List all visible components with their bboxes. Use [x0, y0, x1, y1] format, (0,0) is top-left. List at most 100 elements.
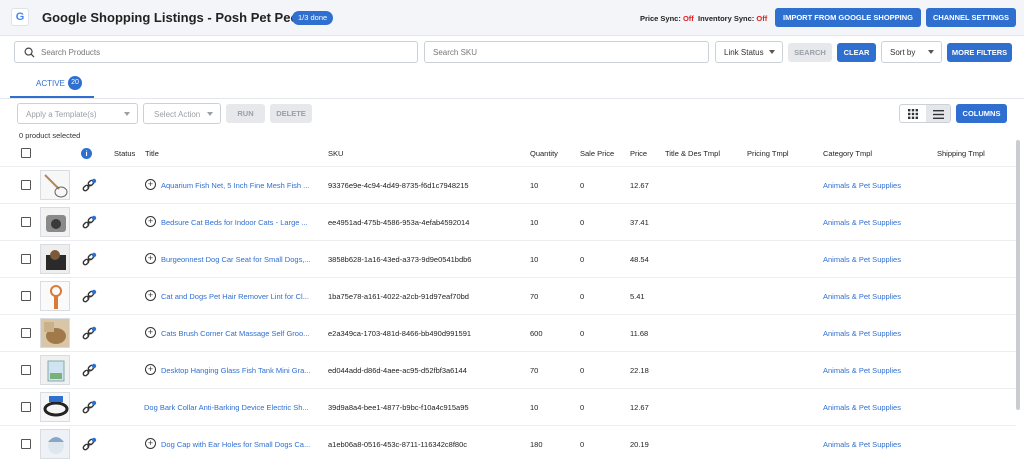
link-status-button[interactable] — [81, 252, 97, 268]
column-header-sku[interactable]: SKU — [328, 149, 343, 158]
import-from-google-shopping-button[interactable]: IMPORT FROM GOOGLE SHOPPING — [775, 8, 921, 27]
category-template-link[interactable]: Animals & Pet Supplies — [823, 204, 933, 241]
link-status-button[interactable] — [81, 178, 97, 194]
row-checkbox[interactable] — [21, 439, 31, 449]
sku-cell: a1eb06a8-0516-453c-8711-116342c8f80c — [328, 440, 468, 449]
tab-active-label: ACTIVE — [36, 79, 65, 88]
row-checkbox[interactable] — [21, 328, 31, 338]
product-thumbnail — [40, 170, 70, 200]
expand-icon[interactable]: + — [145, 438, 156, 449]
expand-icon[interactable]: + — [145, 290, 156, 301]
search-sku-field[interactable]: Search SKU — [424, 41, 709, 63]
expand-icon[interactable]: + — [145, 364, 156, 375]
table-row[interactable]: + Dog Cap with Ear Holes for Small Dogs C… — [0, 425, 1016, 462]
row-checkbox[interactable] — [21, 254, 31, 264]
search-sku-input[interactable]: Search SKU — [433, 48, 477, 57]
table-row[interactable]: + Burgeonnest Dog Car Seat for Small Dogs… — [0, 240, 1016, 277]
price-sync-label: Price Sync: — [640, 14, 681, 23]
category-template-link[interactable]: Animals & Pet Supplies — [823, 167, 933, 204]
more-filters-button[interactable]: MORE FILTERS — [947, 43, 1012, 62]
table-row[interactable]: + Desktop Hanging Glass Fish Tank Mini Gr… — [0, 351, 1016, 388]
sale-price-cell: 0 — [580, 292, 585, 301]
row-checkbox[interactable] — [21, 365, 31, 375]
category-template-link[interactable]: Animals & Pet Supplies — [823, 389, 933, 426]
quantity-cell: 10 — [530, 218, 539, 227]
apply-template-select[interactable]: Apply a Template(s) — [17, 103, 138, 124]
link-icon — [82, 215, 97, 229]
progress-badge[interactable]: 1/3 done — [292, 11, 334, 25]
category-template-link[interactable]: Animals & Pet Supplies — [823, 241, 933, 278]
select-action-select[interactable]: Select Action — [143, 103, 221, 124]
column-header-shipping-tmpl[interactable]: Shipping Tmpl — [937, 149, 985, 158]
product-title-link[interactable]: Dog Bark Collar Anti-Barking Device Elec… — [144, 389, 320, 426]
table-row[interactable]: Dog Bark Collar Anti-Barking Device Elec… — [0, 388, 1016, 425]
product-thumbnail — [40, 392, 70, 422]
info-icon[interactable]: i — [81, 148, 92, 159]
list-view-button[interactable] — [926, 105, 950, 122]
columns-button[interactable]: COLUMNS — [956, 104, 1007, 123]
link-status-button[interactable] — [81, 363, 97, 379]
tab-active[interactable]: ACTIVE 20 — [10, 74, 94, 98]
product-title-link[interactable]: Desktop Hanging Glass Fish Tank Mini Gra… — [161, 352, 320, 389]
search-products-field[interactable]: Search Products — [14, 41, 418, 63]
category-template-link[interactable]: Animals & Pet Supplies — [823, 315, 933, 352]
link-status-button[interactable] — [81, 289, 97, 305]
row-checkbox[interactable] — [21, 180, 31, 190]
product-title-link[interactable]: Bedsure Cat Beds for Indoor Cats - Large… — [161, 204, 320, 241]
google-logo-icon: G — [11, 8, 29, 26]
column-header-price[interactable]: Price — [630, 149, 647, 158]
table-row[interactable]: + Bedsure Cat Beds for Indoor Cats - Larg… — [0, 203, 1016, 240]
column-header-title-des-tmpl[interactable]: Title & Des Tmpl — [665, 149, 720, 158]
expand-icon[interactable]: + — [145, 327, 156, 338]
link-status-select[interactable]: Link Status — [715, 41, 783, 63]
sort-by-label: Sort by — [890, 48, 916, 57]
column-header-title[interactable]: Title — [145, 149, 159, 158]
vertical-scrollbar[interactable] — [1016, 140, 1020, 410]
delete-button[interactable]: DELETE — [270, 104, 312, 123]
column-header-category-tmpl[interactable]: Category Tmpl — [823, 149, 872, 158]
sku-cell: e2a349ca-1703-481d-8466-bb490d991591 — [328, 329, 472, 338]
link-status-button[interactable] — [81, 215, 97, 231]
column-header-quantity[interactable]: Quantity — [530, 149, 558, 158]
chevron-down-icon — [928, 50, 934, 54]
select-all-checkbox[interactable] — [21, 148, 31, 158]
run-button[interactable]: RUN — [226, 104, 265, 123]
quantity-cell: 600 — [530, 329, 543, 338]
link-icon — [82, 252, 97, 266]
category-template-link[interactable]: Animals & Pet Supplies — [823, 278, 933, 315]
price-cell: 12.67 — [630, 403, 649, 412]
column-header-pricing-tmpl[interactable]: Pricing Tmpl — [747, 149, 789, 158]
row-checkbox[interactable] — [21, 402, 31, 412]
sort-by-select[interactable]: Sort by — [881, 41, 942, 63]
search-button[interactable]: SEARCH — [788, 43, 832, 62]
link-status-button[interactable] — [81, 400, 97, 416]
link-status-button[interactable] — [81, 437, 97, 453]
clear-button[interactable]: CLEAR — [837, 43, 876, 62]
expand-icon[interactable]: + — [145, 216, 156, 227]
sale-price-cell: 0 — [580, 403, 585, 412]
category-template-link[interactable]: Animals & Pet Supplies — [823, 352, 933, 389]
table-row[interactable]: + Cat and Dogs Pet Hair Remover Lint for … — [0, 277, 1016, 314]
table-row[interactable]: + Cats Brush Corner Cat Massage Self Groo… — [0, 314, 1016, 351]
row-checkbox[interactable] — [21, 217, 31, 227]
expand-icon[interactable]: + — [145, 179, 156, 190]
product-title-link[interactable]: Aquarium Fish Net, 5 Inch Fine Mesh Fish… — [161, 167, 320, 204]
product-title-link[interactable]: Cat and Dogs Pet Hair Remover Lint for C… — [161, 278, 320, 315]
product-thumbnail — [40, 355, 70, 385]
table-row[interactable]: + Aquarium Fish Net, 5 Inch Fine Mesh Fis… — [0, 166, 1016, 203]
row-checkbox[interactable] — [21, 291, 31, 301]
product-title-link[interactable]: Dog Cap with Ear Holes for Small Dogs Ca… — [161, 426, 320, 463]
channel-settings-button[interactable]: CHANNEL SETTINGS — [926, 8, 1016, 27]
column-header-sale-price[interactable]: Sale Price — [580, 149, 614, 158]
product-thumbnail — [40, 318, 70, 348]
search-products-input[interactable]: Search Products — [41, 48, 100, 57]
category-template-link[interactable]: Animals & Pet Supplies — [823, 426, 933, 463]
product-title-link[interactable]: Burgeonnest Dog Car Seat for Small Dogs,… — [161, 241, 320, 278]
expand-icon[interactable]: + — [145, 253, 156, 264]
grid-view-button[interactable] — [900, 105, 926, 122]
sku-cell: 93376e9e-4c94-4d49-8735-f6d1c7948215 — [328, 181, 469, 190]
column-header-status[interactable]: Status — [114, 149, 135, 158]
link-status-button[interactable] — [81, 326, 97, 342]
product-title-link[interactable]: Cats Brush Corner Cat Massage Self Groo.… — [161, 315, 320, 352]
link-icon — [82, 289, 97, 303]
